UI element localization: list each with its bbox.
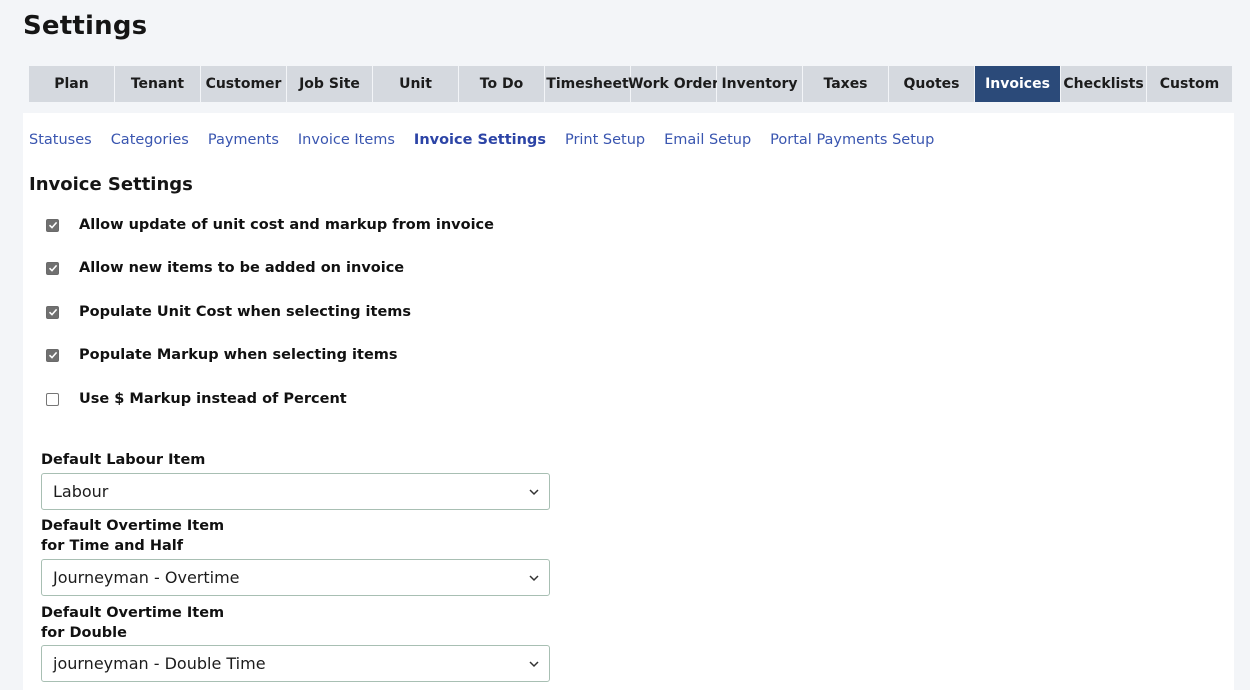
tab-to-do[interactable]: To Do — [459, 66, 544, 102]
subtab-invoice-items[interactable]: Invoice Items — [298, 132, 395, 148]
field-label-text: Default Labour Item — [41, 452, 206, 468]
select-value: Journeyman - Overtime — [53, 568, 240, 587]
field-label-line1: Default Overtime Item — [41, 605, 225, 621]
main-tabs: Plan Tenant Customer Job Site Unit To Do… — [29, 66, 1232, 102]
select-value: Labour — [53, 482, 109, 501]
chevron-down-icon — [528, 572, 540, 584]
default-overtime-half-select[interactable]: Journeyman - Overtime — [41, 559, 550, 596]
checkmark-icon — [48, 264, 57, 272]
default-overtime-half-label: Default Overtime Item for Time and Half — [41, 516, 224, 556]
checkmark-icon — [48, 351, 57, 359]
subtab-portal-payments-setup[interactable]: Portal Payments Setup — [770, 132, 934, 148]
default-overtime-double-select[interactable]: journeyman - Double Time — [41, 645, 550, 682]
tab-customer[interactable]: Customer — [201, 66, 286, 102]
subtab-payments[interactable]: Payments — [208, 132, 279, 148]
option-allow-update-unit-cost: Allow update of unit cost and markup fro… — [46, 217, 494, 233]
tab-taxes[interactable]: Taxes — [803, 66, 888, 102]
checkbox-populate-unit-cost[interactable] — [46, 305, 59, 319]
subtab-categories[interactable]: Categories — [111, 132, 189, 148]
checkbox-allow-new-items[interactable] — [46, 261, 59, 275]
tab-work-order[interactable]: Work Order — [628, 66, 719, 102]
sub-tabs: Statuses Categories Payments Invoice Ite… — [29, 132, 934, 148]
tab-timesheet[interactable]: Timesheet — [545, 66, 630, 102]
tab-invoices[interactable]: Invoices — [975, 66, 1060, 102]
checkmark-icon — [48, 308, 57, 316]
checkbox-dollar-markup[interactable] — [46, 392, 59, 406]
default-labour-item-label: Default Labour Item — [41, 450, 205, 470]
option-allow-new-items: Allow new items to be added on invoice — [46, 260, 404, 276]
subtab-invoice-settings[interactable]: Invoice Settings — [414, 132, 546, 148]
option-dollar-markup: Use $ Markup instead of Percent — [46, 391, 347, 407]
option-label: Populate Unit Cost when selecting items — [79, 304, 412, 320]
tab-unit[interactable]: Unit — [373, 66, 458, 102]
subtab-email-setup[interactable]: Email Setup — [664, 132, 751, 148]
default-labour-item-select[interactable]: Labour — [41, 473, 550, 510]
chevron-down-icon — [528, 486, 540, 498]
tab-job-site[interactable]: Job Site — [287, 66, 372, 102]
default-overtime-double-label: Default Overtime Item for Double — [41, 603, 224, 643]
option-populate-markup: Populate Markup when selecting items — [46, 347, 398, 363]
field-label-line1: Default Overtime Item — [41, 518, 225, 534]
checkbox-allow-update-unit-cost[interactable] — [46, 218, 59, 232]
option-label: Allow update of unit cost and markup fro… — [79, 217, 494, 233]
subtab-statuses[interactable]: Statuses — [29, 132, 92, 148]
select-value: journeyman - Double Time — [53, 654, 266, 673]
tab-custom[interactable]: Custom — [1147, 66, 1232, 102]
tab-quotes[interactable]: Quotes — [889, 66, 974, 102]
settings-panel: Statuses Categories Payments Invoice Ite… — [23, 113, 1234, 690]
option-populate-unit-cost: Populate Unit Cost when selecting items — [46, 304, 411, 320]
tab-inventory[interactable]: Inventory — [717, 66, 802, 102]
option-label: Populate Markup when selecting items — [79, 347, 398, 363]
option-label: Allow new items to be added on invoice — [79, 260, 405, 276]
section-title: Invoice Settings — [29, 174, 193, 195]
option-label: Use $ Markup instead of Percent — [79, 391, 347, 407]
tab-plan[interactable]: Plan — [29, 66, 114, 102]
checkmark-icon — [48, 221, 57, 229]
field-label-line2: for Double — [41, 625, 127, 641]
field-label-line2: for Time and Half — [41, 538, 184, 554]
tab-tenant[interactable]: Tenant — [115, 66, 200, 102]
chevron-down-icon — [528, 658, 540, 670]
page-title: Settings — [23, 11, 148, 41]
subtab-print-setup[interactable]: Print Setup — [565, 132, 645, 148]
tab-checklists[interactable]: Checklists — [1061, 66, 1146, 102]
checkbox-populate-markup[interactable] — [46, 348, 59, 362]
